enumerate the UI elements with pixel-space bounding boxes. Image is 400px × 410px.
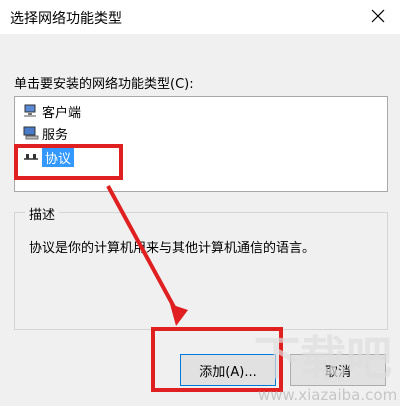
description-title: 描述 — [25, 204, 60, 223]
cancel-button[interactable]: 取消 — [290, 354, 386, 386]
service-icon — [23, 125, 39, 141]
add-button-highlight-box — [151, 327, 283, 392]
client-icon — [23, 103, 39, 119]
list-item-client[interactable]: 客户端 — [23, 101, 81, 121]
list-item-label: 服务 — [42, 127, 69, 143]
protocol-highlight-box — [14, 144, 123, 180]
title-bar: 选择网络功能类型 — [0, 0, 400, 34]
list-item-service[interactable]: 服务 — [23, 123, 68, 143]
description-text: 协议是你的计算机用来与其他计算机通信的语言。 — [29, 241, 316, 256]
list-item-label: 客户端 — [42, 105, 82, 121]
window-title: 选择网络功能类型 — [10, 11, 122, 27]
select-network-feature-dialog: 选择网络功能类型 单击要安装的网络功能类型(C): 客户端 服务 协议 描述 协… — [0, 0, 400, 406]
feature-type-prompt: 单击要安装的网络功能类型(C): — [14, 77, 194, 92]
close-icon[interactable] — [364, 2, 392, 30]
description-group: 描述 协议是你的计算机用来与其他计算机通信的语言。 — [14, 204, 388, 330]
